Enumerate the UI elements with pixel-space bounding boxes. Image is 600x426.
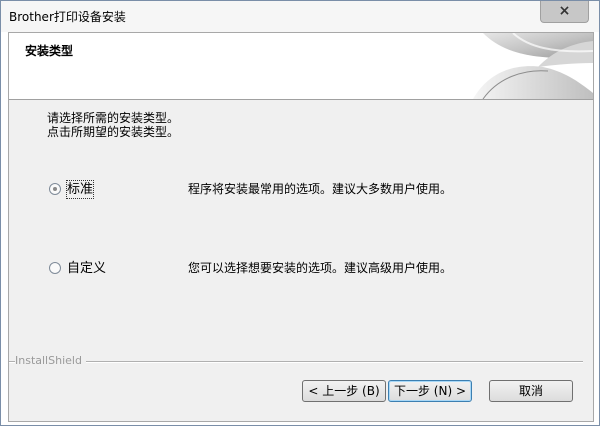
title-bar[interactable]: Brother打印设备安装 × [1,1,599,32]
cancel-button[interactable]: 取消 [489,380,573,402]
separator-line [9,361,583,363]
instruction-line-2: 点击所期望的安装类型。 [47,125,180,139]
back-button[interactable]: < 上一步 (B) [302,380,386,402]
radio-custom[interactable] [49,262,61,274]
installer-window: Brother打印设备安装 × 安装类型 请选择所需的安装类型。 点击所期望的安… [0,0,600,426]
page-curl-graphic [473,33,593,99]
option-standard-label[interactable]: 标准 [65,180,95,199]
instruction-line-1: 请选择所需的安装类型。 [47,111,180,125]
header-banner: 安装类型 [9,33,593,100]
installshield-brand: InstallShield [15,354,86,367]
brand-separator: InstallShield [9,354,585,368]
option-custom-label[interactable]: 自定义 [67,260,106,277]
next-button[interactable]: 下一步 (N) > [388,380,472,402]
dialog-body: 安装类型 请选择所需的安装类型。 点击所期望的安装类型。 标准 程序将安装最常用… [8,32,594,422]
radio-standard[interactable] [49,183,61,195]
option-custom-description: 您可以选择想要安装的选项。建议高级用户使用。 [188,261,453,275]
close-icon: × [558,3,571,19]
close-button[interactable]: × [540,1,589,23]
instruction-text: 请选择所需的安装类型。 点击所期望的安装类型。 [47,111,179,139]
page-title: 安装类型 [25,44,74,58]
option-standard-description: 程序将安装最常用的选项。建议大多数用户使用。 [188,182,453,196]
window-title: Brother打印设备安装 [9,10,126,24]
